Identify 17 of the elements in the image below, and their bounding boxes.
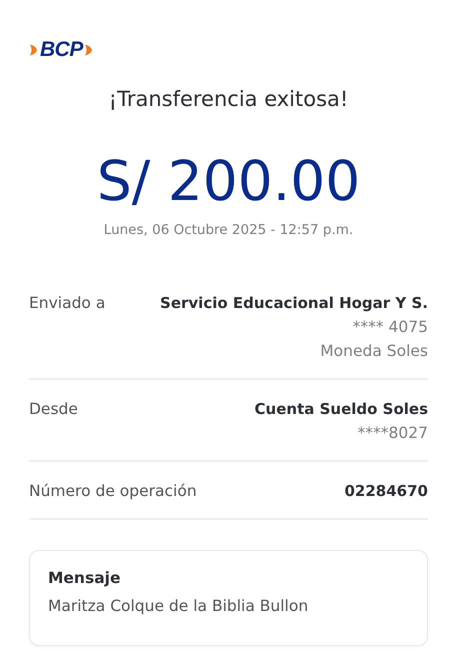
date-time: Lunes, 06 Octubre 2025 - 12:57 p.m. [102,222,354,238]
detail-value: Servicio Educacional Hogar Y S. [160,294,428,312]
detail-label: Número de operación [29,482,197,500]
amount: S/ 200.00 [96,151,362,212]
detail-value: Moneda Soles [320,342,428,360]
detail-value: 02284670 [344,482,428,500]
success-title: ¡Transferencia exitosa! [108,87,350,111]
detail-label: Desde [29,400,78,420]
detail-value: ****8027 [358,424,428,442]
detail-value: Cuenta Sueldo Soles [254,400,428,418]
chevron-icon [84,43,94,57]
chevron-icon [29,43,39,57]
message-text: Maritza Colque de la Biblia Bullon [48,596,308,614]
detail-value: **** 4075 [352,318,428,336]
message-heading: Mensaje [48,568,120,586]
logo: BCP [29,38,94,62]
detail-label: Enviado a [29,294,106,314]
